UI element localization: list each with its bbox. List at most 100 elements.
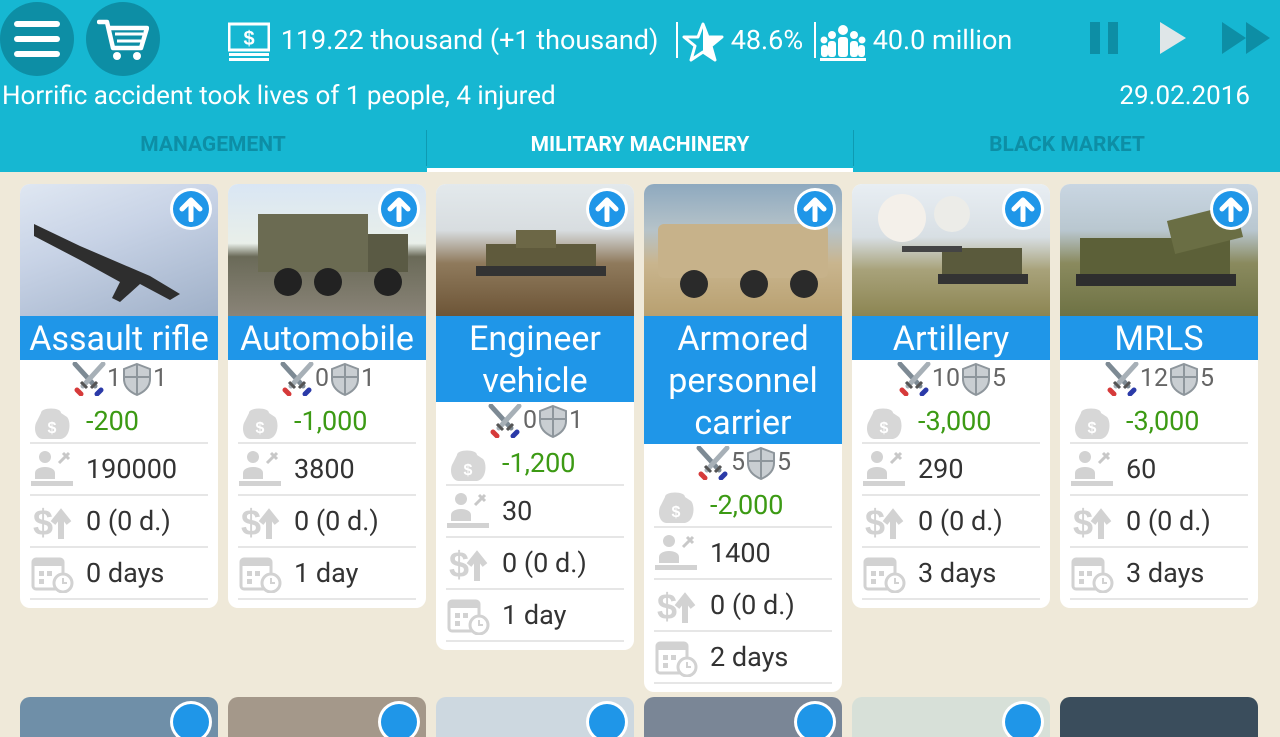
arrow-up-icon <box>595 197 619 222</box>
unit-card-partial[interactable] <box>852 697 1050 737</box>
income-value: 0 (0 d.) <box>294 505 379 537</box>
upgrade-button[interactable] <box>794 701 836 737</box>
upgrade-button[interactable] <box>378 701 420 737</box>
cost-icon-wrap: $ <box>30 401 76 441</box>
unit-card-partial[interactable] <box>436 697 634 737</box>
unit-card[interactable]: Engineer vehicle 01 $ -1,200 30 $0 (0 d.) … <box>436 184 634 650</box>
count-icon-wrap <box>654 533 700 573</box>
worker-icon <box>655 535 697 570</box>
unit-card-partial[interactable] <box>1060 697 1258 737</box>
unit-title: Engineer vehicle <box>436 316 634 402</box>
tab-military-machinery[interactable]: MILITARY MACHINERY <box>427 128 853 172</box>
upgrade-circle <box>381 191 417 227</box>
attack-icon <box>897 361 931 397</box>
upgrade-button[interactable] <box>170 188 212 230</box>
income-icon: $ <box>449 544 488 583</box>
upgrade-button[interactable] <box>1002 188 1044 230</box>
upgrade-button[interactable] <box>170 701 212 737</box>
card-padding <box>436 642 634 650</box>
time-value: 1 day <box>502 599 567 631</box>
unit-card[interactable]: MRLS 12 5 $ -3,000 60 $0 (0 d.) 3 days <box>1060 184 1258 608</box>
card-title-line: Assault rifle <box>29 319 209 359</box>
card-padding <box>1060 600 1258 608</box>
attack-defense: 55 <box>644 444 842 484</box>
cost-row: $ -200 <box>30 400 208 444</box>
income-icon-wrap: $ <box>30 501 76 541</box>
upgrade-button[interactable] <box>1210 188 1252 230</box>
unit-photo <box>20 184 218 316</box>
upgrade-button[interactable] <box>794 188 836 230</box>
defense-value: 5 <box>777 448 792 477</box>
money-bag-icon: $ <box>867 408 902 439</box>
card-title-line: Armored <box>677 319 809 359</box>
svg-text:$: $ <box>672 504 681 521</box>
income-icon-wrap: $ <box>238 501 284 541</box>
count-row: 1400 <box>654 528 832 580</box>
svg-text:$: $ <box>241 502 261 541</box>
card-padding <box>644 684 842 692</box>
unit-card-partial[interactable] <box>228 697 426 737</box>
unit-title: Armored personnel carrier <box>644 316 842 444</box>
play-button[interactable] <box>1160 18 1188 62</box>
upgrade-button[interactable] <box>1002 701 1044 737</box>
time-row: 1 day <box>238 548 416 600</box>
worker-icon <box>239 451 281 486</box>
calendar-icon <box>31 557 74 593</box>
cost-row: $ -2,000 <box>654 484 832 528</box>
unit-photo <box>228 184 426 316</box>
shop-button[interactable] <box>86 2 160 76</box>
attack-defense: 12 5 <box>1060 360 1258 400</box>
pause-button[interactable] <box>1090 18 1120 62</box>
count-value: 290 <box>918 453 964 485</box>
upgrade-circle <box>1213 191 1249 227</box>
unit-card[interactable]: Artillery 10 5 $ -3,000 290 $0 (0 d.) 3 da… <box>852 184 1050 608</box>
unit-card[interactable]: Armored personnel carrier 55 $ -2,000 1400 … <box>644 184 842 692</box>
cost-value: -3,000 <box>918 405 992 437</box>
upgrade-button[interactable] <box>586 701 628 737</box>
count-row: 60 <box>1070 444 1248 496</box>
count-row: 290 <box>862 444 1040 496</box>
svg-text:$: $ <box>243 28 254 50</box>
arrow-up-icon <box>589 704 625 737</box>
defense-value: 5 <box>1200 364 1215 393</box>
income-row: $0 (0 d.) <box>862 496 1040 548</box>
arrow-up-icon <box>381 704 417 737</box>
cost-row: $ -3,000 <box>862 400 1040 444</box>
time-row: 0 days <box>30 548 208 600</box>
time-icon-wrap <box>446 595 492 635</box>
arrow-up-icon <box>179 197 203 222</box>
upgrade-button[interactable] <box>586 188 628 230</box>
menu-button[interactable] <box>0 2 74 76</box>
time-value: 3 days <box>1126 557 1205 589</box>
count-value: 60 <box>1126 453 1157 485</box>
attack-value: 0 <box>314 364 329 393</box>
income-icon: $ <box>657 586 696 625</box>
arrow-up-icon <box>173 704 209 737</box>
unit-card[interactable]: Assault rifle 11 $ -200 190000 $0 (0 d.) … <box>20 184 218 608</box>
cart-icon <box>97 19 149 60</box>
people-icon <box>820 24 866 61</box>
tab-management[interactable]: MANAGEMENT <box>0 128 426 172</box>
unit-card-partial[interactable] <box>20 697 218 737</box>
unit-title: Assault rifle <box>20 316 218 360</box>
defense-value: 1 <box>569 406 584 435</box>
defense-value: 5 <box>992 364 1007 393</box>
svg-text:$: $ <box>33 502 53 541</box>
card-title-line: carrier <box>694 403 792 443</box>
count-row: 190000 <box>30 444 208 496</box>
rating-stat: 48.6% <box>682 20 803 62</box>
attack-icon <box>1105 361 1139 397</box>
defense-icon <box>539 405 567 439</box>
fast-forward-button[interactable] <box>1222 18 1274 62</box>
upgrade-button[interactable] <box>378 188 420 230</box>
game-date: 29.02.2016 <box>1119 81 1250 111</box>
tab-black-market[interactable]: BLACK MARKET <box>854 128 1280 172</box>
svg-text:$: $ <box>880 420 889 437</box>
income-icon: $ <box>1073 502 1112 541</box>
unit-card[interactable]: Automobile 01 $ -1,000 3800 $0 (0 d.) 1 d… <box>228 184 426 608</box>
unit-card-partial[interactable] <box>644 697 842 737</box>
svg-text:$: $ <box>48 420 57 437</box>
worker-icon <box>31 451 73 486</box>
income-row: $0 (0 d.) <box>1070 496 1248 548</box>
income-icon-wrap: $ <box>446 543 492 583</box>
